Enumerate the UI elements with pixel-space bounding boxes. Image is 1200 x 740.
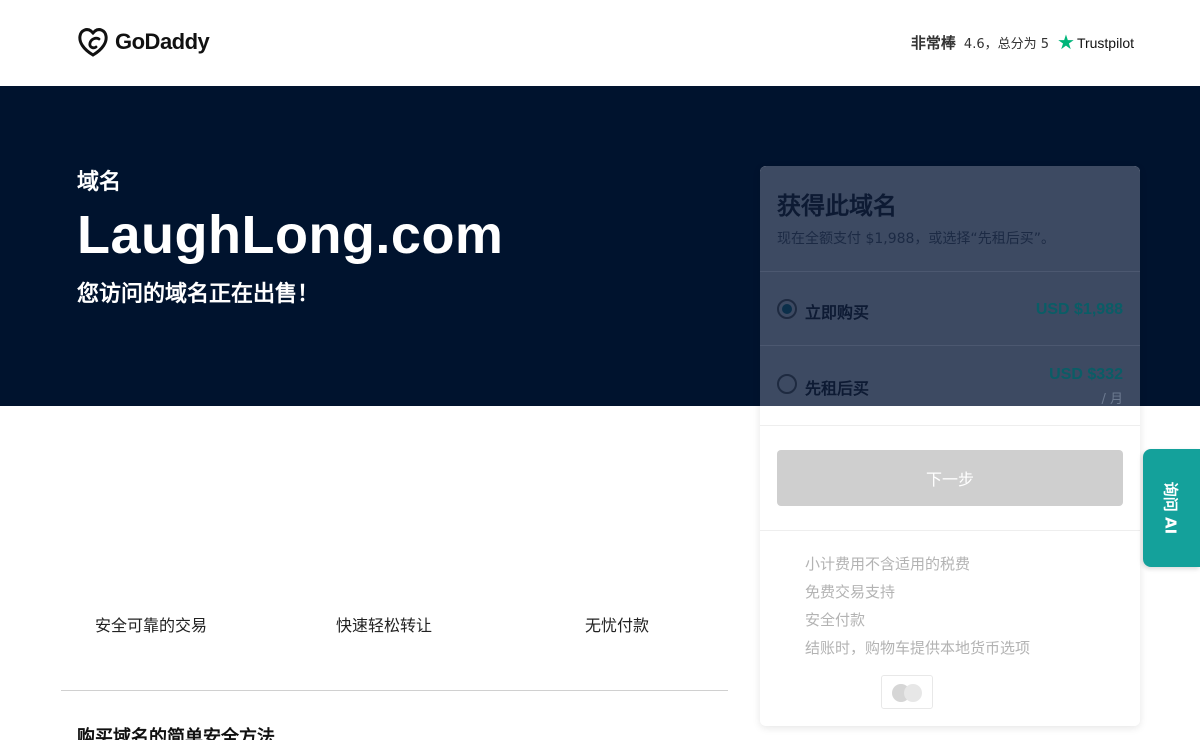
- godaddy-logo-icon: [78, 28, 108, 57]
- buy-now-price: USD $1,988: [1035, 301, 1123, 318]
- next-button[interactable]: 下一步: [777, 450, 1123, 506]
- rating-word: 非常棒: [910, 34, 956, 52]
- buy-now-radio[interactable]: [777, 299, 797, 319]
- trustpilot-label: Trustpilot: [1076, 34, 1134, 51]
- godaddy-logo[interactable]: GoDaddy: [77, 27, 210, 57]
- logo-text: GoDaddy: [115, 29, 210, 54]
- ask-ai-label: 询问 AI: [1161, 481, 1180, 535]
- trustpilot-logo: ★ Trustpilot: [1057, 33, 1134, 53]
- trustpilot-rating[interactable]: 非常棒 4.6，总分为 5 ★ Trustpilot: [911, 32, 1134, 53]
- top-header: GoDaddy 非常棒 4.6，总分为 5 ★ Trustpilot: [0, 0, 1200, 86]
- ask-ai-tab[interactable]: 询问 AI: [1143, 449, 1200, 567]
- card-separator: [760, 425, 1140, 426]
- feature-secure-transaction: 安全可靠的交易: [95, 616, 208, 635]
- lease-radio[interactable]: [777, 374, 797, 394]
- feature-fast-transfer: 快速轻松转让: [336, 616, 433, 635]
- card-header: 获得此域名 现在全额支付 $1,988，或选择“先租后买”。: [760, 166, 1140, 271]
- feature-easy-payment: 无忧付款: [585, 616, 650, 635]
- section-title: 购买域名的简单安全方法: [77, 727, 275, 740]
- note-item: 结账时，购物车提供本地货币选项: [805, 639, 1031, 657]
- purchase-notes: 小计费用不含适用的税费 免费交易支持 安全付款 结账时，购物车提供本地货币选项: [805, 554, 1030, 666]
- option-lease-to-own[interactable]: 先租后买 USD $332 / 月: [760, 345, 1140, 407]
- note-item: 安全付款: [805, 611, 866, 629]
- hero-subtitle: 您访问的域名正在出售！: [77, 282, 320, 307]
- lease-price: USD $332: [1049, 366, 1123, 383]
- option-buy-now[interactable]: 立即购买 USD $1,988: [760, 271, 1140, 345]
- card-separator: [760, 530, 1140, 531]
- hero-eyebrow: 域名: [77, 170, 122, 195]
- rating-score: 4.6，总分为 5: [963, 37, 1049, 52]
- purchase-card: 获得此域名 现在全额支付 $1,988，或选择“先租后买”。 立即购买 USD …: [760, 166, 1140, 726]
- card-description: 现在全额支付 $1,988，或选择“先租后买”。: [777, 231, 1055, 247]
- buy-now-label: 立即购买: [805, 303, 870, 322]
- domain-name: LaughLong.com: [77, 205, 504, 265]
- note-item: 小计费用不含适用的税费: [805, 555, 971, 573]
- lease-label: 先租后买: [805, 379, 870, 398]
- card-circle-right: [904, 684, 922, 702]
- section-divider: [61, 690, 728, 691]
- note-item: 免费交易支持: [805, 583, 896, 601]
- lease-price-unit: / 月: [1101, 392, 1123, 407]
- payment-card-icon: [881, 675, 933, 709]
- trustpilot-star-icon: ★: [1057, 31, 1075, 54]
- card-title: 获得此域名: [777, 192, 897, 220]
- feature-list: 安全可靠的交易 快速轻松转让 无忧付款: [61, 612, 728, 636]
